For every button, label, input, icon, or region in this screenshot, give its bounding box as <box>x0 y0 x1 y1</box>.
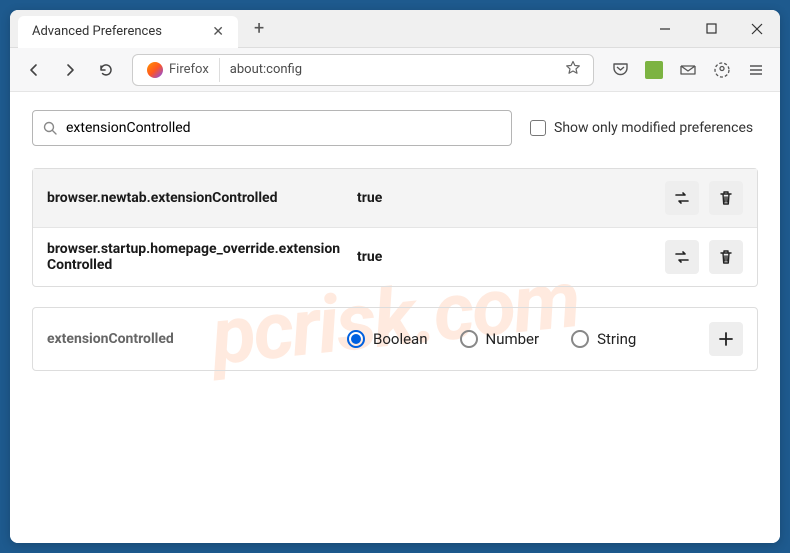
new-preference-row: extensionControlled Boolean Number Strin… <box>32 307 758 371</box>
bookmark-star-icon[interactable] <box>557 60 589 80</box>
pocket-icon[interactable] <box>604 54 636 86</box>
new-pref-name: extensionControlled <box>47 331 327 347</box>
identity-label: Firefox <box>169 62 209 77</box>
forward-button[interactable] <box>54 54 86 86</box>
toggle-button[interactable] <box>665 240 699 274</box>
navigation-toolbar: Firefox about:config <box>10 48 780 92</box>
delete-button[interactable] <box>709 181 743 215</box>
site-identity[interactable]: Firefox <box>137 58 220 82</box>
checkbox-icon[interactable] <box>530 120 546 136</box>
search-input[interactable] <box>58 120 501 136</box>
pref-name[interactable]: browser.newtab.extensionControlled <box>47 190 347 206</box>
radio-icon <box>571 330 589 348</box>
radio-label: Boolean <box>373 330 428 348</box>
maximize-button[interactable] <box>688 10 734 48</box>
pref-row: browser.newtab.extensionControlled true <box>33 169 757 227</box>
search-box[interactable] <box>32 110 512 146</box>
tab-advanced-preferences[interactable]: Advanced Preferences ✕ <box>18 16 238 48</box>
url-address[interactable]: about:config <box>220 62 557 77</box>
radio-boolean[interactable]: Boolean <box>347 330 428 348</box>
browser-window: Advanced Preferences ✕ + <box>10 10 780 543</box>
pref-row: browser.startup.homepage_override.extens… <box>33 227 757 286</box>
mail-icon[interactable] <box>672 54 704 86</box>
delete-button[interactable] <box>709 240 743 274</box>
back-button[interactable] <box>18 54 50 86</box>
url-bar[interactable]: Firefox about:config <box>132 54 594 86</box>
window-controls <box>642 10 780 48</box>
minimize-button[interactable] <box>642 10 688 48</box>
show-modified-toggle[interactable]: Show only modified preferences <box>530 120 753 136</box>
search-icon <box>43 121 58 136</box>
search-row: Show only modified preferences <box>32 110 758 146</box>
menu-button[interactable] <box>740 54 772 86</box>
pref-value: true <box>357 190 655 206</box>
type-radio-group: Boolean Number String <box>347 330 689 348</box>
new-tab-button[interactable]: + <box>246 14 272 43</box>
radio-string[interactable]: String <box>571 330 636 348</box>
preferences-table: browser.newtab.extensionControlled true … <box>32 168 758 287</box>
pref-value: true <box>357 249 655 265</box>
extension-icon[interactable] <box>638 54 670 86</box>
show-modified-label: Show only modified preferences <box>554 120 753 136</box>
toggle-button[interactable] <box>665 181 699 215</box>
about-config-content: pcrisk.com Show only modified preference… <box>10 92 780 543</box>
radio-icon <box>460 330 478 348</box>
account-icon[interactable] <box>706 54 738 86</box>
add-button[interactable] <box>709 322 743 356</box>
reload-button[interactable] <box>90 54 122 86</box>
tab-title: Advanced Preferences <box>32 24 162 39</box>
radio-label: String <box>597 330 636 348</box>
radio-label: Number <box>486 330 540 348</box>
titlebar: Advanced Preferences ✕ + <box>10 10 780 48</box>
toolbar-actions <box>604 54 772 86</box>
radio-icon <box>347 330 365 348</box>
close-tab-icon[interactable]: ✕ <box>208 22 228 42</box>
radio-number[interactable]: Number <box>460 330 540 348</box>
close-window-button[interactable] <box>734 10 780 48</box>
firefox-icon <box>147 62 163 78</box>
pref-name[interactable]: browser.startup.homepage_override.extens… <box>47 241 347 273</box>
